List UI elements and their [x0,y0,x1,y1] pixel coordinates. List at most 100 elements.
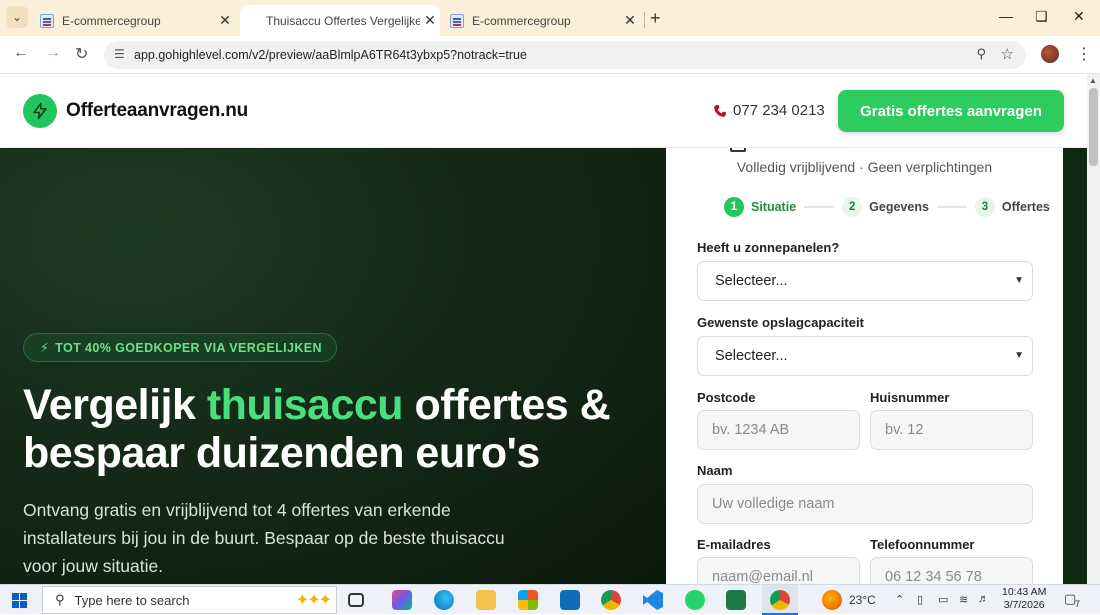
close-tab-icon[interactable]: ✕ [420,12,440,29]
site-favicon-icon [40,13,54,28]
name-label: Naam [697,463,733,478]
select-value: Selecteer... [715,273,788,289]
form-header-icon [730,148,746,152]
chrome-icon[interactable] [601,590,621,610]
discount-badge: ⚡ TOT 40% GOEDKOPER VIA VERGELIJKEN [23,333,337,362]
excel-icon[interactable] [726,590,746,610]
step-label: Offertes [1001,200,1050,214]
scroll-up-icon[interactable]: ▲ [1089,76,1097,85]
phone-label: Telefoonnummer [870,537,975,552]
tab-separator [644,12,645,28]
zoom-icon[interactable]: ⚲ [976,46,986,62]
step-number: 1 [724,197,744,217]
profile-avatar[interactable] [1041,45,1059,63]
site-favicon-icon [450,13,464,28]
minimize-icon[interactable]: — [999,8,1013,24]
close-window-icon[interactable]: ✕ [1073,8,1085,25]
reload-icon[interactable]: ↻ [75,44,88,64]
windows-start-icon[interactable] [12,593,27,608]
tab-title: Thuisaccu Offertes Vergelijken | [266,13,420,28]
url-text[interactable]: app.gohighlevel.com/v2/preview/aaBlmlpA6… [134,48,527,62]
name-input[interactable]: Uw volledige naam [697,484,1033,524]
postcode-label: Postcode [697,390,756,405]
email-input[interactable]: naam@email.nl [697,557,860,584]
form-subtitle: Volledig vrijblijvend · Geen verplichtin… [736,159,993,175]
house-number-input[interactable]: bv. 12 [870,410,1033,450]
chevron-down-icon: ▼ [1014,275,1024,286]
whatsapp-icon[interactable] [685,590,705,610]
site-info-icon[interactable]: ☰ [114,47,125,61]
volume-icon[interactable]: ♬ [978,593,989,605]
new-tab-button[interactable]: + [650,8,661,29]
taskbar-clock[interactable]: 10:43 AM 3/7/2026 [1002,586,1046,612]
scrollbar-thumb[interactable] [1089,88,1098,166]
restore-icon[interactable]: ❏ [1035,8,1048,25]
clock-time: 10:43 AM [1002,586,1047,598]
address-bar[interactable]: ☰ app.gohighlevel.com/v2/preview/aaBlmlp… [104,41,1026,69]
solar-panels-select[interactable]: Selecteer... ▼ [697,261,1033,301]
step-label: Gegevens [869,200,929,214]
microsoft-store-icon[interactable] [518,590,538,610]
task-view-icon[interactable] [348,593,364,607]
site-header: Offerteaanvragen.nu 077 234 0213 Gratis … [0,74,1100,148]
solar-panels-label: Heeft u zonnepanelen? [697,240,840,255]
step-situatie: 1 Situatie [724,197,796,217]
quote-form-card: Volledig vrijblijvend · Geen verplichtin… [666,148,1063,584]
email-label: E-mailadres [697,537,771,552]
file-explorer-icon[interactable] [476,590,496,610]
bookmark-star-icon[interactable]: ☆ [1001,45,1014,63]
badge-text: TOT 40% GOEDKOPER VIA VERGELIJKEN [55,340,322,355]
step-number: 2 [842,197,863,217]
forward-icon[interactable]: → [45,44,61,62]
chevron-up-icon[interactable]: ⌃ [895,593,904,606]
clock-date: 3/7/2026 [1003,599,1045,611]
search-highlight-icon: ✦✦✦ [295,592,332,609]
phone-number: 077 234 0213 [733,102,825,119]
chrome-profile-icon[interactable] [770,590,790,610]
step-number: 3 [974,197,995,217]
capacity-select[interactable]: Selecteer... ▼ [697,336,1033,376]
taskbar-search[interactable]: ⚲ Type here to search ✦✦✦ [42,586,337,614]
windows-taskbar: ⚲ Type here to search ✦✦✦ 23°C ⌃ ▯ ▭ ≋ ♬… [0,584,1100,615]
browser-tab-3[interactable]: E-commercegroup ✕ [440,5,640,36]
phone-link[interactable]: 077 234 0213 [713,102,825,119]
logo-text[interactable]: Offerteaanvragen.nu [66,100,248,122]
browser-tab-1[interactable]: E-commercegroup ✕ [30,5,235,36]
search-icon: ⚲ [55,592,65,607]
lightning-icon: ⚡ [40,341,50,355]
battery-icon[interactable]: ▭ [938,593,948,606]
step-connector [936,206,967,208]
headline-part-1: Vergelijk [23,381,207,429]
step-offertes: 3 Offertes [974,197,1050,217]
hero-section: ⚡ TOT 40% GOEDKOPER VIA VERGELIJKEN Verg… [0,148,666,584]
search-placeholder: Type here to search [74,592,190,608]
tab-search-chevron-icon[interactable]: ⌄ [6,6,28,28]
browser-toolbar: ← → ↻ ☰ app.gohighlevel.com/v2/preview/a… [0,36,1100,74]
phone-link-icon[interactable]: ▯ [917,593,923,606]
mail-icon[interactable] [560,590,580,610]
edge-browser-icon[interactable] [434,590,454,610]
weather-temperature[interactable]: 23°C [849,593,876,607]
close-tab-icon[interactable]: ✕ [215,12,235,29]
phone-icon [714,104,726,117]
notification-count: 7 [1075,599,1081,609]
select-value: Selecteer... [715,348,788,364]
step-label: Situatie [751,200,797,214]
hero-subtext: Ontvang gratis en vrijblijvend tot 4 off… [23,500,505,576]
chevron-down-icon: ▼ [1014,350,1024,361]
phone-input[interactable]: 06 12 34 56 78 [870,557,1033,584]
hero-background-edge [1063,148,1087,584]
lightning-logo-icon[interactable] [23,94,57,128]
browser-menu-icon[interactable]: ⋮ [1076,44,1092,64]
browser-tab-2-active[interactable]: Thuisaccu Offertes Vergelijken | ✕ [240,5,440,36]
postcode-input[interactable]: bv. 1234 AB [697,410,860,450]
step-connector [804,206,835,208]
wifi-icon[interactable]: ≋ [959,593,968,606]
vscode-icon[interactable] [643,590,663,610]
close-tab-icon[interactable]: ✕ [620,12,640,29]
back-icon[interactable]: ← [13,44,29,62]
tab-title: E-commercegroup [62,13,161,28]
copilot-icon[interactable] [392,590,412,610]
weather-icon[interactable] [822,590,842,610]
request-quotes-button[interactable]: Gratis offertes aanvragen [838,90,1064,132]
